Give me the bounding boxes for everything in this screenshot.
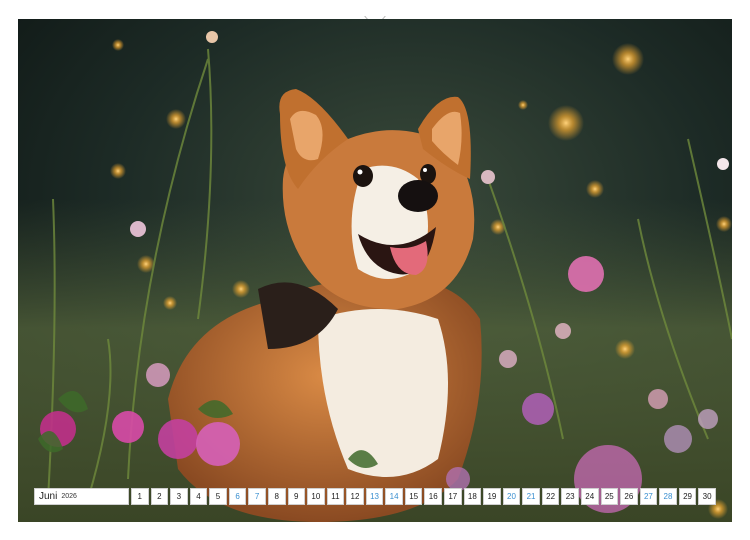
day-cell: 8 [267, 488, 286, 505]
calendar-strip: Juni 2026 1 2 3 4 5 6 7 8 9 10 11 12 13 14 15 16 17 18 19 2… [34, 488, 716, 505]
calendar-page: Juni 2026 1 2 3 4 5 6 7 8 9 10 11 12 13 14 15 16 17 18 19 2… [0, 0, 750, 540]
day-cell: 3 [170, 488, 188, 505]
day-cell: 23 [561, 488, 579, 505]
day-cell: 9 [287, 488, 306, 505]
day-cell: 20 [502, 488, 521, 505]
day-cell: 26 [620, 488, 638, 505]
day-cell: 30 [698, 488, 716, 505]
day-cell: 21 [522, 488, 540, 505]
month-label-box: Juni 2026 [34, 488, 129, 505]
day-cells: 1 2 3 4 5 6 7 8 9 10 11 12 13 14 15 16 17 18 19 20 21 22 23 24 2… [131, 488, 716, 505]
day-cell: 22 [541, 488, 560, 505]
day-cell: 1 [131, 488, 149, 505]
day-cell: 17 [444, 488, 462, 505]
day-cell: 16 [424, 488, 442, 505]
corgi-photo [18, 19, 732, 522]
day-cell: 12 [346, 488, 364, 505]
day-cell: 13 [365, 488, 384, 505]
day-cell: 28 [659, 488, 677, 505]
year-label: 2026 [61, 493, 77, 500]
day-cell: 2 [150, 488, 169, 505]
day-cell: 11 [326, 488, 345, 505]
day-cell: 5 [209, 488, 227, 505]
day-cell: 18 [463, 488, 482, 505]
day-cell: 10 [307, 488, 325, 505]
day-cell: 24 [580, 488, 599, 505]
day-cell: 14 [385, 488, 403, 505]
day-cell: 6 [228, 488, 247, 505]
day-cell: 29 [678, 488, 697, 505]
day-cell: 25 [600, 488, 619, 505]
day-cell: 19 [483, 488, 501, 505]
day-cell: 7 [248, 488, 266, 505]
day-cell: 27 [639, 488, 658, 505]
day-cell: 4 [189, 488, 208, 505]
month-name: Juni [39, 491, 58, 502]
day-cell: 15 [404, 488, 423, 505]
